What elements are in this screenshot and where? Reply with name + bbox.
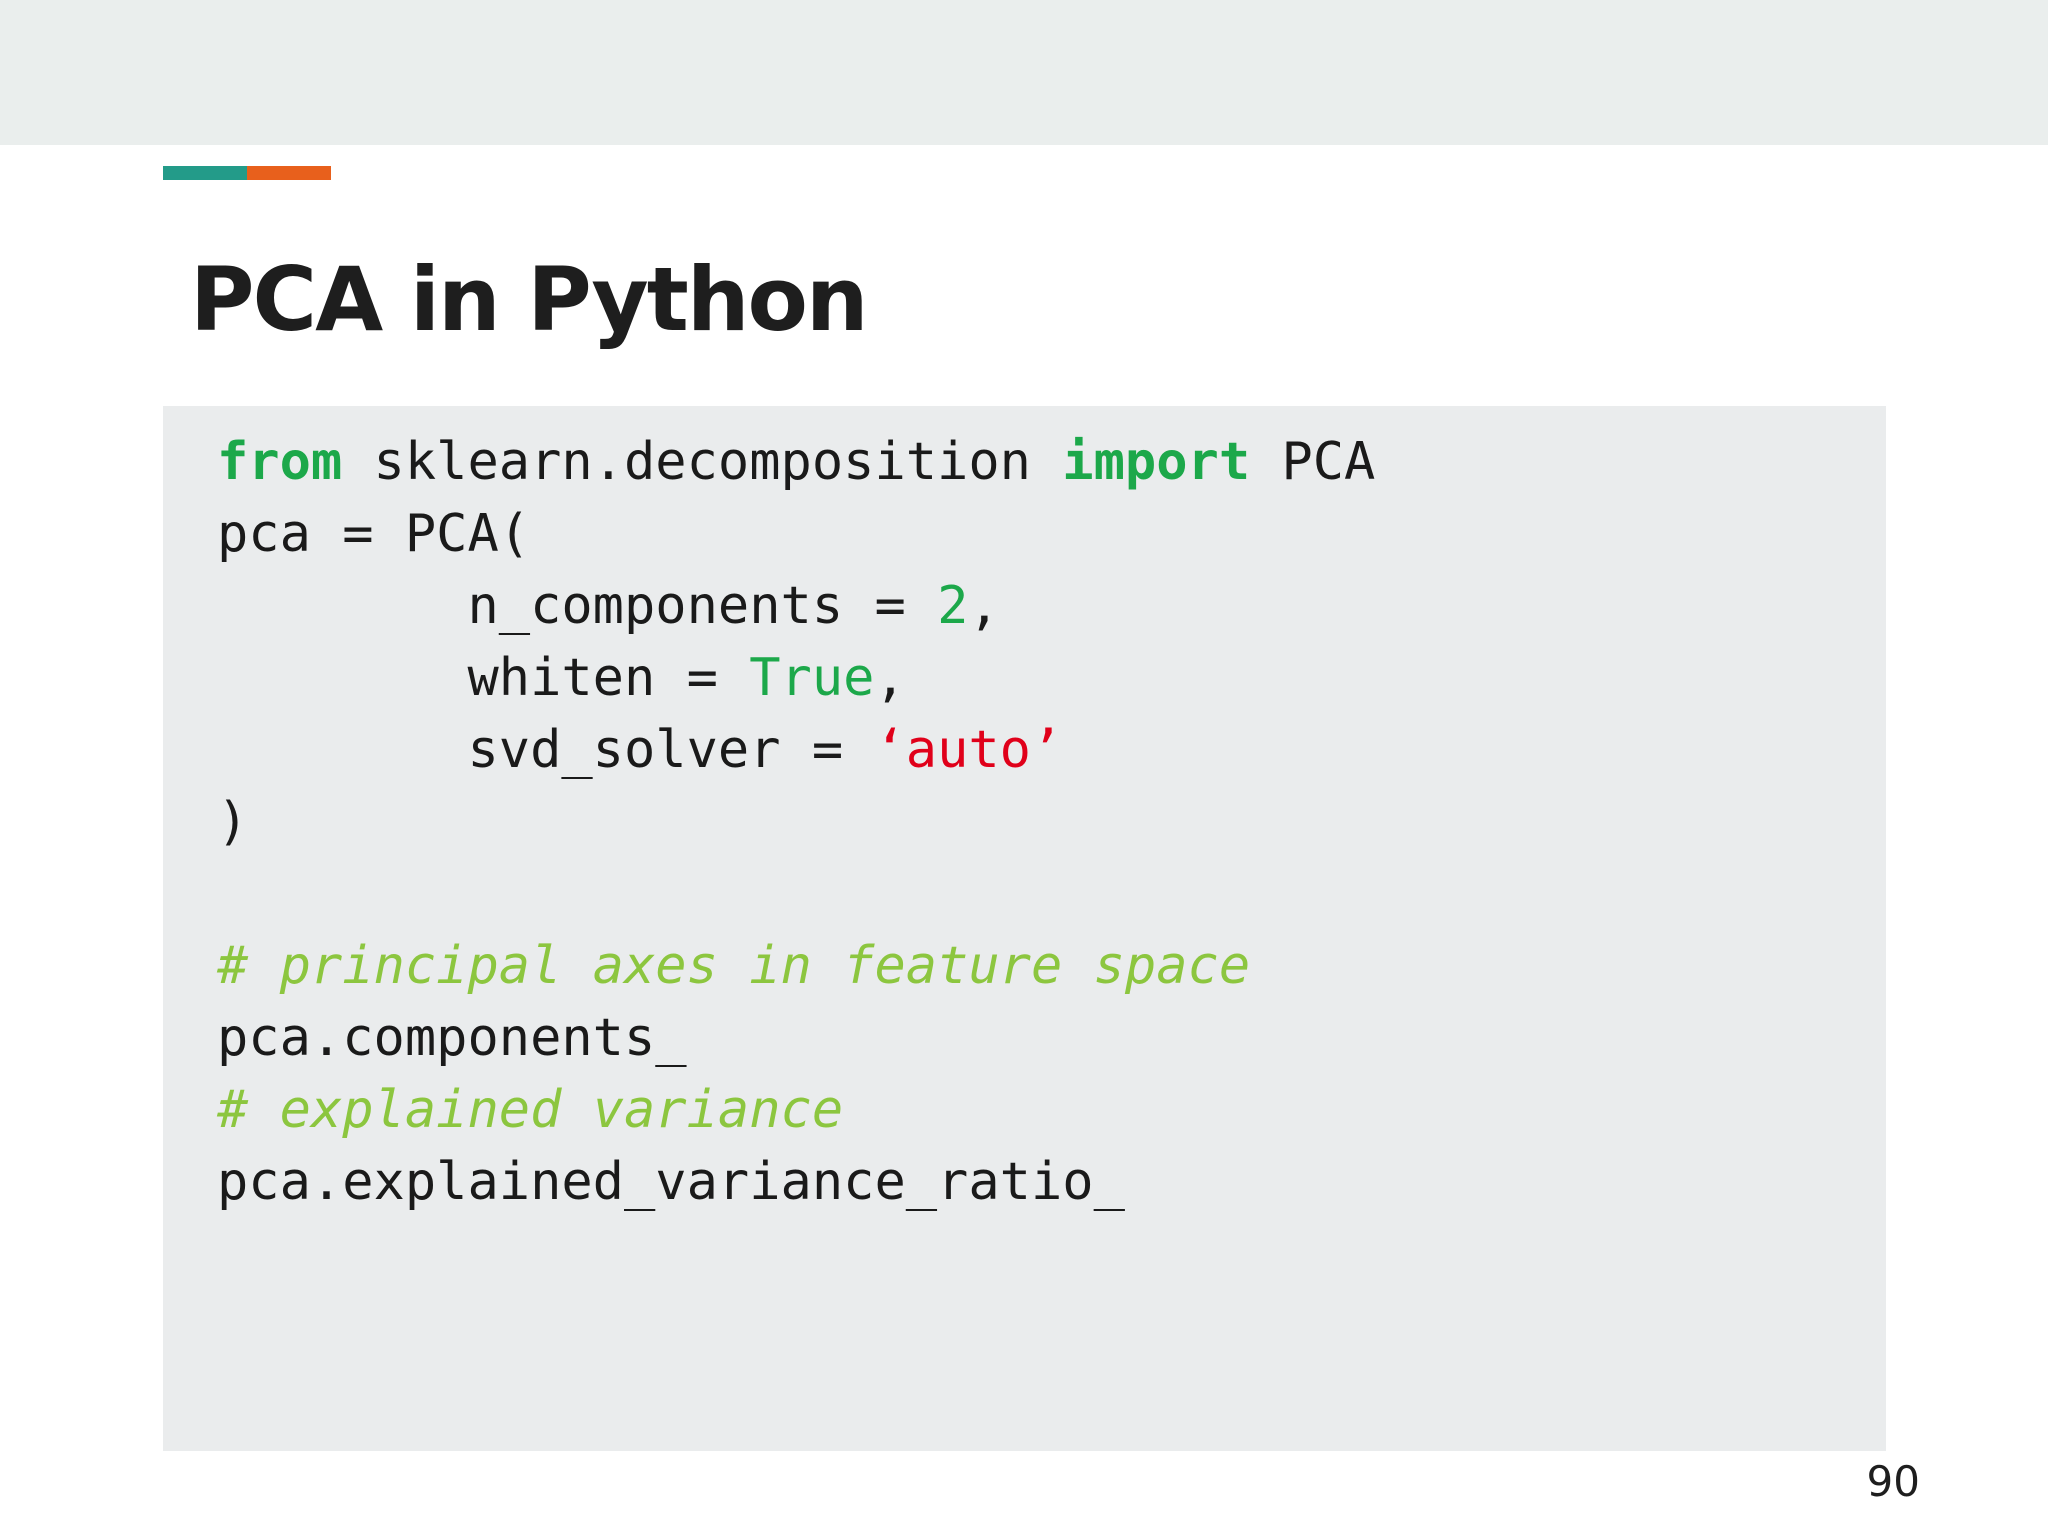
accent-bar-teal [163,166,247,180]
param-whiten: whiten = [217,648,750,708]
top-band [0,0,2048,145]
punct-comma: , [968,576,1000,636]
slide-title: PCA in Python [190,248,869,351]
keyword-import: import [1062,432,1251,492]
module-name: sklearn.decomposition [342,432,1063,492]
code-line-n-components: n_components = 2, [217,570,1000,642]
code-line-constructor: pca = PCA( [217,504,531,564]
code-line-components: pca.components_ [217,1008,687,1068]
code-comment-explained-variance: # explained variance [217,1080,844,1140]
value-whiten: True [749,648,875,708]
code-line-svd-solver: svd_solver = ‘auto’ [217,714,1062,786]
slide: PCA in Python from sklearn.decomposition… [0,0,2048,1536]
accent-bar [163,166,331,180]
punct-comma: , [874,648,906,708]
param-n-components: n_components = [217,576,938,636]
code-line-close-paren: ) [217,792,249,852]
code-comment-principal-axes: # principal axes in feature space [217,936,1251,996]
value-svd-solver: ‘auto’ [874,720,1063,780]
code-block: from sklearn.decomposition import PCA pc… [163,406,1886,1451]
imported-name: PCA [1250,432,1376,492]
code-line-explained-variance-ratio: pca.explained_variance_ratio_ [217,1152,1125,1212]
accent-bar-orange [247,166,331,180]
page-number: 90 [1866,1457,1920,1506]
code-line-import: from sklearn.decomposition import PCA [217,426,1375,498]
value-n-components: 2 [937,576,969,636]
keyword-from: from [217,432,343,492]
param-svd-solver: svd_solver = [217,720,875,780]
code-line-whiten: whiten = True, [217,642,906,714]
